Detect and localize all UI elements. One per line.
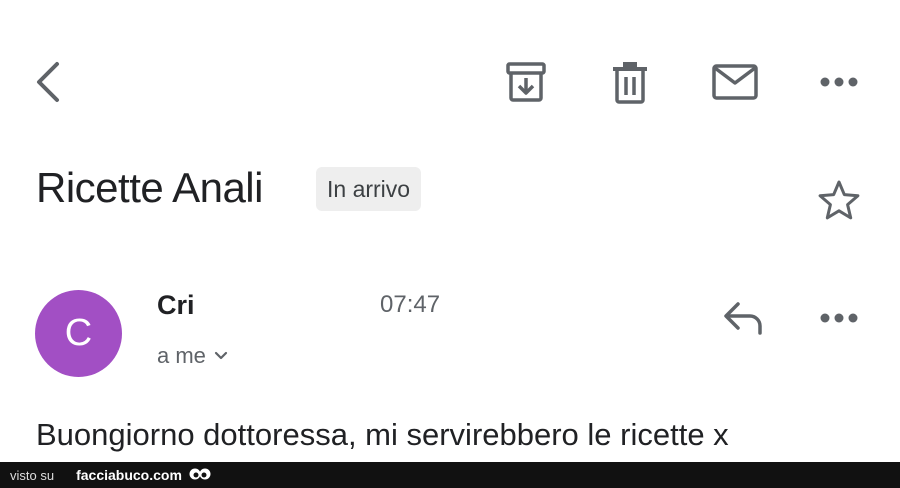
message-more-options-button[interactable] [812, 294, 866, 342]
recipient-label: a me [157, 343, 206, 368]
envelope-icon [712, 64, 758, 100]
more-horizontal-icon [820, 313, 858, 323]
sender-avatar[interactable]: C [35, 290, 122, 377]
delete-button[interactable] [604, 56, 656, 108]
more-options-button[interactable] [812, 56, 866, 108]
chevron-down-icon [214, 351, 228, 360]
recipient-details-toggle[interactable]: a me [157, 340, 228, 372]
email-subject: Ricette Anali [36, 164, 263, 211]
back-button[interactable] [24, 54, 72, 110]
sender-name: Cri [157, 290, 195, 320]
star-button[interactable] [812, 174, 866, 226]
email-body: Buongiorno dottoressa, mi servirebbero l… [36, 417, 729, 452]
mark-unread-button[interactable] [706, 56, 764, 108]
more-horizontal-icon [820, 77, 858, 87]
reply-icon [724, 302, 762, 335]
footer-visto-label: visto su [10, 467, 55, 483]
watermark-footer: visto su facciabuco.com [0, 462, 900, 488]
reply-button[interactable] [716, 294, 772, 342]
email-time: 07:47 [380, 291, 441, 318]
eyes-logo-icon [188, 467, 212, 483]
archive-button[interactable] [500, 56, 552, 108]
inbox-label-chip[interactable]: In arrivo [316, 167, 422, 211]
trash-icon [613, 62, 647, 104]
arrow-left-icon [37, 62, 59, 102]
footer-site-name: facciabuco.com [76, 467, 182, 483]
star-outline-icon [818, 180, 860, 220]
archive-icon [506, 62, 546, 102]
